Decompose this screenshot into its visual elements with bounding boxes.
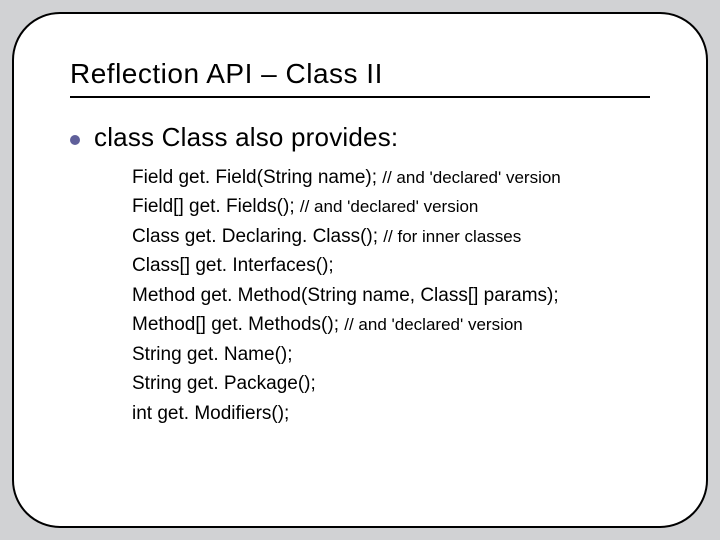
slide-body: class Class also provides: Field get. Fi…: [70, 122, 650, 428]
code-line: Method get. Method(String name, Class[] …: [132, 281, 561, 310]
code-text: Field get. Field(String name);: [132, 167, 382, 188]
lead-text: class Class also provides:: [94, 122, 561, 153]
code-comment: // and 'declared' version: [344, 315, 522, 334]
code-text: Method get. Method(String name, Class[] …: [132, 285, 559, 306]
code-text: Class get. Declaring. Class();: [132, 226, 383, 247]
code-line: String get. Name();: [132, 340, 561, 369]
code-text: Class[] get. Interfaces();: [132, 255, 334, 276]
code-line: Field[] get. Fields(); // and 'declared'…: [132, 192, 561, 221]
code-comment: // and 'declared' version: [300, 197, 478, 216]
content-column: class Class also provides: Field get. Fi…: [94, 122, 561, 428]
code-comment: // for inner classes: [383, 227, 521, 246]
code-line: Class get. Declaring. Class(); // for in…: [132, 222, 561, 251]
code-text: Field[] get. Fields();: [132, 196, 300, 217]
code-text: int get. Modifiers();: [132, 403, 289, 424]
code-text: Method[] get. Methods();: [132, 314, 344, 335]
slide-title: Reflection API – Class II: [70, 58, 650, 98]
code-line: Field get. Field(String name); // and 'd…: [132, 163, 561, 192]
code-line: String get. Package();: [132, 369, 561, 398]
code-line: int get. Modifiers();: [132, 399, 561, 428]
code-text: String get. Package();: [132, 373, 316, 394]
code-text: String get. Name();: [132, 344, 293, 365]
code-line: Class[] get. Interfaces();: [132, 251, 561, 280]
bullet-icon: [70, 135, 80, 145]
code-line: Method[] get. Methods(); // and 'declare…: [132, 310, 561, 339]
code-list: Field get. Field(String name); // and 'd…: [132, 163, 561, 428]
slide-frame: Reflection API – Class II class Class al…: [12, 12, 708, 528]
code-comment: // and 'declared' version: [382, 168, 560, 187]
